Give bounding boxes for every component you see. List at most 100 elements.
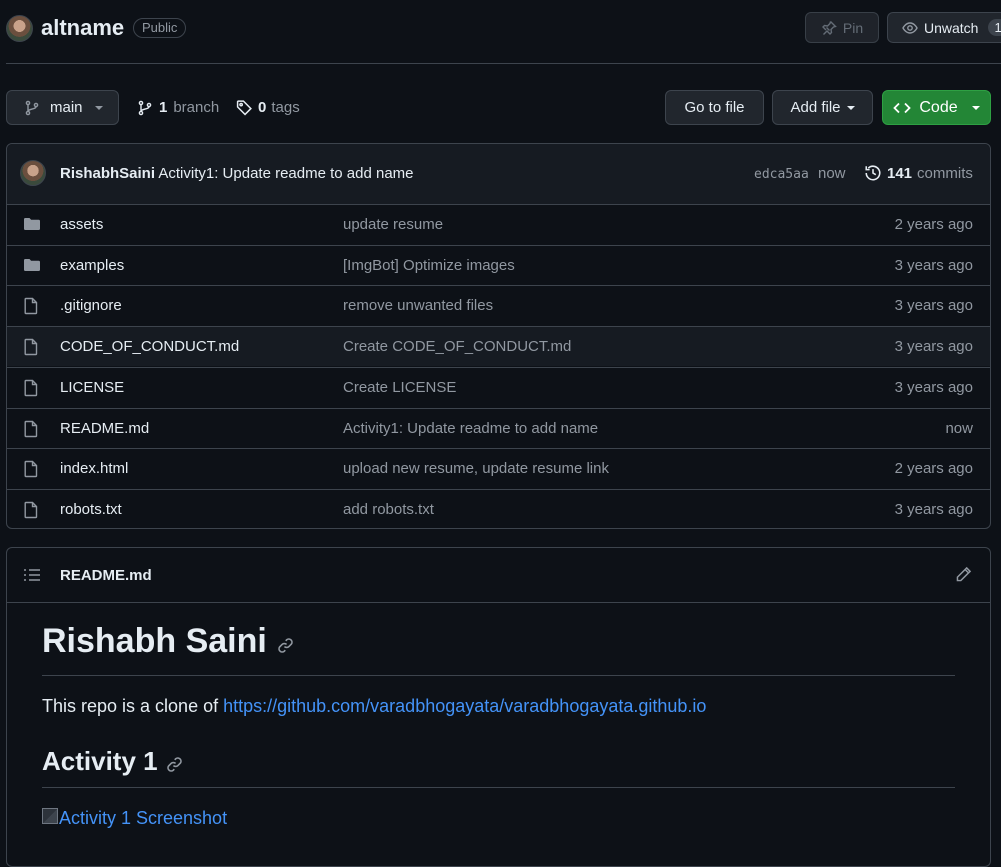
file-commit-age: 3 years ago bbox=[894, 500, 973, 518]
anchor-link-icon[interactable] bbox=[277, 637, 294, 654]
tag-label: tags bbox=[271, 99, 300, 116]
go-to-file-button[interactable]: Go to file bbox=[665, 90, 764, 125]
visibility-badge: Public bbox=[133, 18, 187, 38]
image-alt-text: Activity 1 Screenshot bbox=[59, 808, 228, 828]
file-name-link[interactable]: .gitignore bbox=[60, 297, 122, 314]
file-name-link[interactable]: examples bbox=[60, 257, 124, 274]
readme-h2: Activity 1 bbox=[42, 746, 158, 776]
file-table: RishabhSaini Activity1: Update readme to… bbox=[6, 143, 991, 529]
outline-list-icon[interactable] bbox=[23, 567, 41, 583]
commit-count-label: commits bbox=[917, 164, 973, 182]
file-name-link[interactable]: index.html bbox=[60, 460, 128, 477]
file-icon bbox=[23, 297, 39, 315]
file-commit-message-link[interactable]: Create LICENSE bbox=[343, 379, 456, 396]
file-row[interactable]: examples [ImgBot] Optimize images 3 years … bbox=[7, 244, 990, 285]
file-name-link[interactable]: assets bbox=[60, 216, 103, 233]
file-commit-message-link[interactable]: upload new resume, update resume link bbox=[343, 460, 609, 477]
code-label: Code bbox=[919, 98, 958, 116]
file-commit-message-link[interactable]: Activity1: Update readme to add name bbox=[343, 420, 598, 437]
h1-divider bbox=[42, 675, 955, 676]
commit-message[interactable]: Activity1: Update readme to add name bbox=[158, 165, 413, 182]
code-icon bbox=[893, 100, 912, 116]
file-row[interactable]: CODE_OF_CONDUCT.md Create CODE_OF_CONDUCT… bbox=[7, 326, 990, 367]
anchor-link-icon[interactable] bbox=[166, 756, 183, 773]
file-name-link[interactable]: robots.txt bbox=[60, 501, 122, 518]
branch-label: branch bbox=[173, 99, 220, 116]
git-branch-icon bbox=[24, 100, 40, 116]
readme-filename[interactable]: README.md bbox=[60, 567, 152, 584]
readme-h1: Rishabh Saini bbox=[42, 622, 267, 660]
file-commit-age: 3 years ago bbox=[894, 256, 973, 274]
folder-icon bbox=[23, 216, 41, 232]
file-icon bbox=[23, 338, 39, 356]
file-commit-message-link[interactable]: [ImgBot] Optimize images bbox=[343, 257, 515, 274]
repo-name[interactable]: altname bbox=[41, 15, 124, 41]
commits-link[interactable]: 141 commits bbox=[864, 164, 973, 182]
h2-divider bbox=[42, 787, 955, 788]
file-commit-age: 3 years ago bbox=[894, 378, 973, 396]
file-commit-message-link[interactable]: add robots.txt bbox=[343, 501, 434, 518]
file-icon bbox=[23, 379, 39, 397]
branch-select[interactable]: main bbox=[6, 90, 119, 125]
add-file-label: Add file bbox=[790, 99, 841, 116]
tag-count: 0 bbox=[258, 99, 267, 116]
header-divider bbox=[6, 63, 1001, 64]
code-button[interactable]: Code bbox=[882, 90, 991, 125]
file-commit-age: 2 years ago bbox=[894, 216, 973, 233]
file-icon bbox=[23, 460, 39, 478]
edit-pencil-icon[interactable] bbox=[955, 566, 972, 583]
chevron-down-icon bbox=[846, 105, 855, 110]
tags-link[interactable]: 0 tags bbox=[236, 99, 300, 116]
file-row[interactable]: README.md Activity1: Update readme to add… bbox=[7, 407, 990, 448]
file-commit-message-link[interactable]: Create CODE_OF_CONDUCT.md bbox=[343, 338, 571, 355]
history-icon bbox=[864, 164, 882, 182]
file-icon bbox=[23, 501, 39, 519]
file-commit-age: 3 years ago bbox=[894, 297, 973, 315]
readme-box: README.md Rishabh Saini This repo is a c… bbox=[6, 547, 991, 867]
file-row[interactable]: assets update resume 2 years ago bbox=[7, 204, 990, 244]
file-icon bbox=[23, 420, 39, 438]
readme-header: README.md bbox=[7, 548, 990, 603]
commit-time: now bbox=[818, 165, 846, 182]
file-commit-age: now bbox=[945, 419, 973, 437]
eye-icon bbox=[902, 20, 918, 36]
file-row[interactable]: LICENSE Create LICENSE 3 years ago bbox=[7, 366, 990, 407]
pin-icon bbox=[821, 20, 837, 36]
broken-image-icon bbox=[42, 807, 58, 824]
file-name-link[interactable]: LICENSE bbox=[60, 379, 124, 396]
chevron-down-icon bbox=[94, 105, 103, 110]
file-name-link[interactable]: README.md bbox=[60, 420, 149, 437]
commit-author-avatar[interactable] bbox=[20, 160, 46, 186]
owner-avatar[interactable] bbox=[6, 15, 33, 42]
readme-source-link[interactable]: https://github.com/varadbhogayata/varadb… bbox=[223, 696, 706, 716]
readme-intro: This repo is a clone of https://github.c… bbox=[42, 696, 706, 717]
watch-count: 1 bbox=[988, 19, 1001, 36]
commit-author[interactable]: RishabhSaini bbox=[60, 165, 155, 182]
file-commit-message-link[interactable]: remove unwanted files bbox=[343, 297, 493, 314]
latest-commit-bar: RishabhSaini Activity1: Update readme to… bbox=[7, 144, 990, 204]
file-row[interactable]: index.html upload new resume, update resu… bbox=[7, 448, 990, 488]
tag-icon bbox=[236, 99, 253, 116]
git-branch-icon bbox=[137, 100, 153, 116]
commit-sha[interactable]: edca5aa bbox=[754, 167, 809, 182]
branch-count: 1 bbox=[159, 99, 168, 116]
branches-link[interactable]: 1 branch bbox=[137, 99, 219, 116]
file-name-link[interactable]: CODE_OF_CONDUCT.md bbox=[60, 338, 239, 355]
pin-button[interactable]: Pin bbox=[805, 12, 879, 43]
file-commit-message-link[interactable]: update resume bbox=[343, 216, 443, 233]
activity-screenshot-image[interactable]: Activity 1 Screenshot bbox=[42, 807, 228, 829]
commit-summary: RishabhSaini Activity1: Update readme to… bbox=[60, 165, 414, 182]
folder-icon bbox=[23, 257, 41, 273]
pin-label: Pin bbox=[842, 19, 864, 36]
chevron-down-icon bbox=[971, 105, 980, 110]
file-commit-age: 3 years ago bbox=[894, 338, 973, 356]
branch-name: main bbox=[50, 99, 83, 116]
add-file-button[interactable]: Add file bbox=[772, 90, 873, 125]
file-commit-age: 2 years ago bbox=[894, 460, 973, 478]
readme-intro-text: This repo is a clone of bbox=[42, 696, 224, 716]
file-row[interactable]: .gitignore remove unwanted files 3 years a… bbox=[7, 285, 990, 325]
commit-count: 141 bbox=[887, 164, 913, 182]
unwatch-label: Unwatch bbox=[924, 19, 979, 36]
file-row[interactable]: robots.txt add robots.txt 3 years ago bbox=[7, 488, 990, 529]
unwatch-button[interactable]: Unwatch 1 bbox=[887, 12, 1001, 43]
